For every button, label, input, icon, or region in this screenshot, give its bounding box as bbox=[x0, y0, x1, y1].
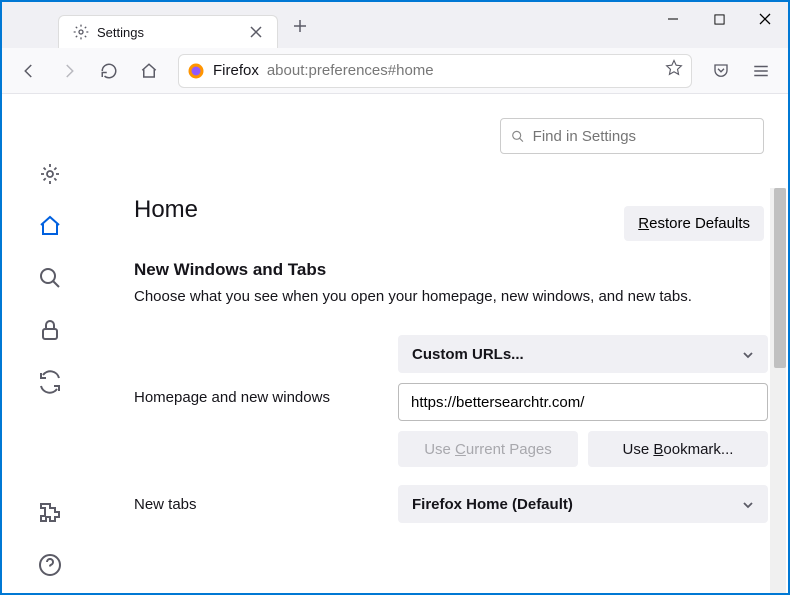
settings-sidebar bbox=[2, 94, 98, 595]
scrollbar-thumb[interactable] bbox=[774, 188, 786, 368]
sidebar-general-icon[interactable] bbox=[38, 162, 62, 186]
maximize-button[interactable] bbox=[696, 2, 742, 36]
close-tab-icon[interactable] bbox=[249, 25, 263, 39]
tab-title: Settings bbox=[97, 25, 241, 40]
sidebar-home-icon[interactable] bbox=[38, 214, 62, 238]
newtabs-dropdown[interactable]: Firefox Home (Default) bbox=[398, 485, 768, 523]
sidebar-privacy-icon[interactable] bbox=[38, 318, 62, 342]
homepage-label: Homepage and new windows bbox=[134, 335, 398, 406]
new-tab-button[interactable] bbox=[286, 12, 314, 40]
url-bar[interactable]: Firefox about:preferences#home bbox=[178, 54, 692, 88]
restore-defaults-button[interactable]: Restore Defaults bbox=[624, 206, 764, 241]
firefox-icon bbox=[187, 62, 205, 80]
section-heading: New Windows and Tabs bbox=[134, 260, 770, 280]
reload-button[interactable] bbox=[92, 54, 126, 88]
toolbar: Firefox about:preferences#home bbox=[2, 48, 788, 94]
homepage-dropdown-value: Custom URLs... bbox=[412, 346, 524, 363]
settings-main: Home Restore Defaults New Windows and Ta… bbox=[98, 94, 788, 595]
section-description: Choose what you see when you open your h… bbox=[134, 288, 770, 305]
use-current-pages-button[interactable]: Use Current Pages bbox=[398, 431, 578, 467]
use-bookmark-button[interactable]: Use Bookmark... bbox=[588, 431, 768, 467]
homepage-url-input[interactable] bbox=[398, 383, 768, 421]
gear-icon bbox=[73, 24, 89, 40]
newtabs-dropdown-value: Firefox Home (Default) bbox=[412, 496, 573, 513]
bookmark-star-icon[interactable] bbox=[665, 59, 683, 82]
sidebar-search-icon[interactable] bbox=[38, 266, 62, 290]
close-window-button[interactable] bbox=[742, 2, 788, 36]
back-button[interactable] bbox=[12, 54, 46, 88]
window-controls bbox=[650, 2, 788, 36]
pocket-button[interactable] bbox=[704, 54, 738, 88]
urlbar-url: about:preferences#home bbox=[267, 62, 434, 79]
chevron-down-icon bbox=[742, 348, 754, 360]
browser-tab[interactable]: Settings bbox=[58, 15, 278, 48]
forward-button[interactable] bbox=[52, 54, 86, 88]
titlebar: Settings bbox=[2, 2, 788, 48]
settings-search-input[interactable] bbox=[533, 128, 753, 145]
home-button[interactable] bbox=[132, 54, 166, 88]
sidebar-sync-icon[interactable] bbox=[38, 370, 62, 394]
sidebar-help-icon[interactable] bbox=[38, 553, 62, 577]
homepage-mode-dropdown[interactable]: Custom URLs... bbox=[398, 335, 768, 373]
sidebar-extensions-icon[interactable] bbox=[38, 501, 62, 525]
minimize-button[interactable] bbox=[650, 2, 696, 36]
magnify-icon bbox=[511, 129, 525, 144]
urlbar-product: Firefox bbox=[213, 62, 259, 79]
app-menu-button[interactable] bbox=[744, 54, 778, 88]
content-area: Home Restore Defaults New Windows and Ta… bbox=[2, 94, 788, 595]
chevron-down-icon bbox=[742, 498, 754, 510]
newtabs-label: New tabs bbox=[134, 496, 398, 513]
settings-search[interactable] bbox=[500, 118, 764, 154]
